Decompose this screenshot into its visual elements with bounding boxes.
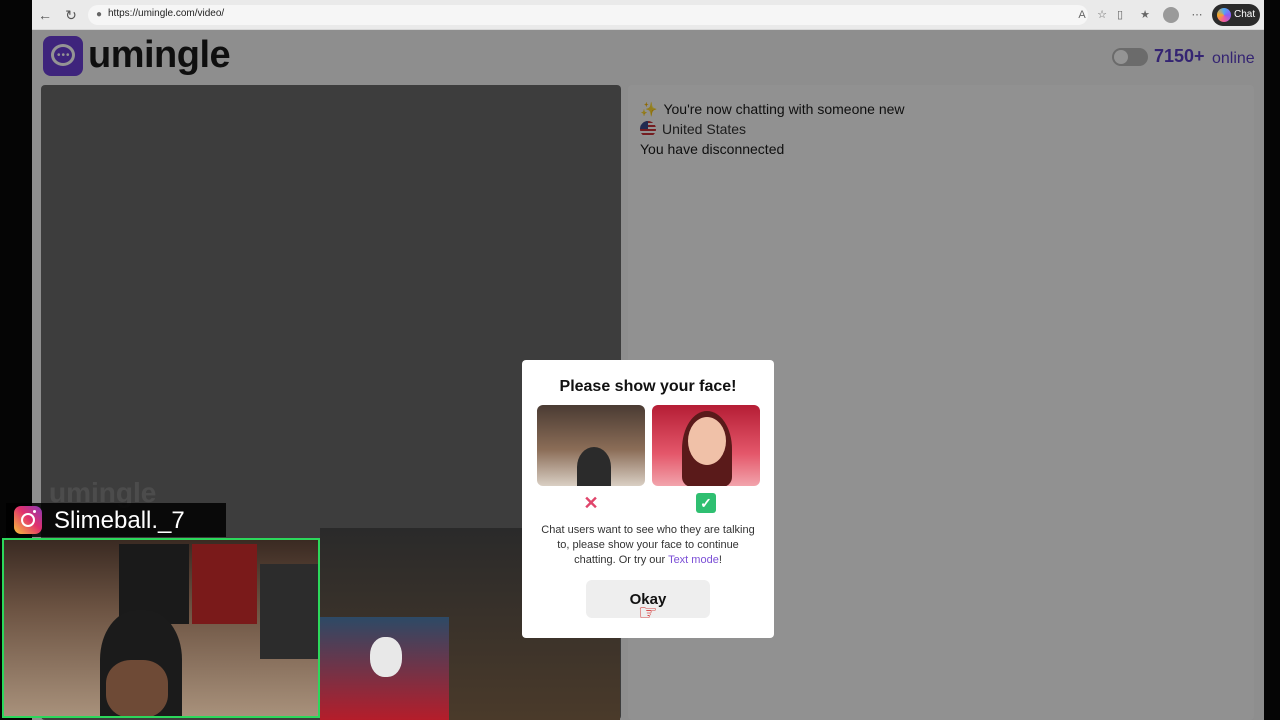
favorites-icon[interactable]: ★ <box>1137 7 1153 23</box>
instagram-tag: Slimeball._7 <box>6 503 226 537</box>
read-aloud-icon[interactable]: A <box>1074 7 1090 23</box>
cross-icon: ✕ <box>583 493 599 513</box>
modal-message: Chat users want to see who they are talk… <box>536 523 760 568</box>
streamer-face <box>106 660 168 716</box>
camera-ring <box>21 513 35 527</box>
lock-icon: ● <box>95 9 103 20</box>
browser-toolbar: ← ↻ ● https://umingle.com/video/ A ☆ ▯ ★… <box>32 0 1264 30</box>
modal-body-text: Chat users want to see who they are talk… <box>541 524 755 566</box>
copilot-chat-button[interactable]: Chat <box>1212 4 1260 26</box>
covered-face <box>577 447 611 486</box>
address-bar[interactable]: ● https://umingle.com/video/ <box>88 5 1088 25</box>
more-menu-icon[interactable]: ⋯ <box>1189 7 1205 23</box>
poster-image <box>260 564 318 659</box>
favorite-star-icon[interactable]: ☆ <box>1094 7 1110 23</box>
chat-button-label: Chat <box>1234 9 1256 20</box>
checkmark-icon: ✓ <box>696 493 716 513</box>
pointer-cursor-icon: ☞ <box>638 600 658 625</box>
camera-dot <box>33 510 36 513</box>
instagram-handle: Slimeball._7 <box>54 507 185 534</box>
show-face-modal: Please show your face! ✕ ✓ Chat users wa… <box>522 360 774 638</box>
good-example-image <box>652 405 760 486</box>
poster-image <box>192 544 257 624</box>
profile-avatar-icon[interactable] <box>1163 7 1179 23</box>
modal-title: Please show your face! <box>559 378 737 395</box>
split-screen-icon[interactable]: ▯ <box>1112 7 1128 23</box>
reload-icon[interactable]: ↻ <box>62 6 80 24</box>
streamer-webcam <box>2 538 320 718</box>
back-icon[interactable]: ← <box>36 6 54 24</box>
screen: ← ↻ ● https://umingle.com/video/ A ☆ ▯ ★… <box>0 0 1280 720</box>
copilot-icon <box>1217 8 1231 22</box>
santa-skull-sticker <box>320 617 449 720</box>
url-text: https://umingle.com/video/ <box>108 8 225 19</box>
visible-face <box>688 417 726 465</box>
instagram-icon <box>14 506 42 534</box>
bad-example-image <box>537 405 645 486</box>
text-mode-link[interactable]: Text mode <box>668 554 719 566</box>
modal-body-end: ! <box>718 554 722 566</box>
skull-icon <box>370 637 402 677</box>
